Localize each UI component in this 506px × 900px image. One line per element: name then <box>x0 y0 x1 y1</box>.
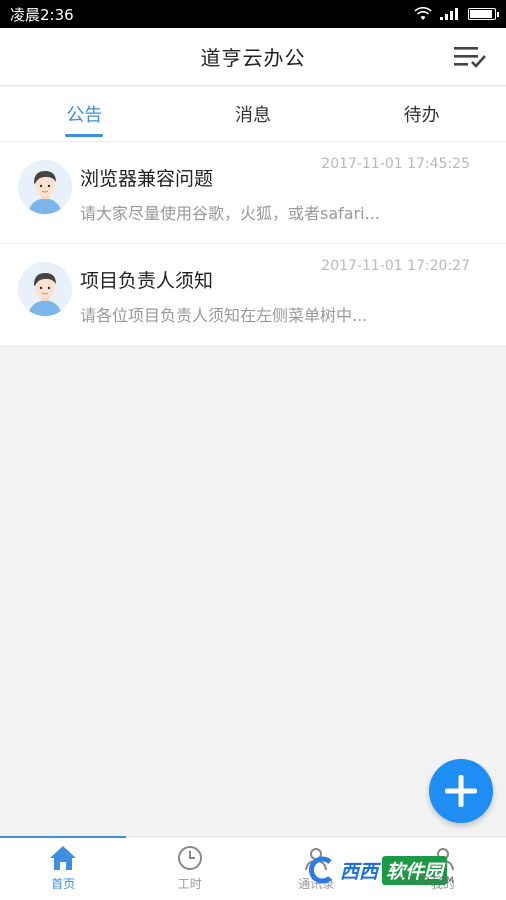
home-icon <box>50 846 77 870</box>
item-desc: 请各位项目负责人须知在左侧菜单树中... <box>80 306 368 325</box>
checklist-icon[interactable] <box>454 44 488 70</box>
watermark-url: CR173.COM <box>400 876 454 886</box>
watermark-text: 西西 <box>340 860 379 883</box>
avatar <box>18 262 72 316</box>
tab-todo[interactable]: 待办 <box>337 87 506 141</box>
nav-label: 工时 <box>177 877 202 891</box>
nav-label: 首页 <box>51 877 76 891</box>
item-title: 浏览器兼容问题 <box>80 168 214 190</box>
active-indicator <box>0 836 126 838</box>
tab-announcements[interactable]: 公告 <box>0 87 169 141</box>
item-desc: 请大家尽量使用谷歌，火狐，或者safari... <box>80 204 380 223</box>
user-avatar-icon <box>18 160 72 214</box>
watermark-logo: 西西 软件园 CR173.COM <box>306 850 488 890</box>
status-bar: 凌晨2:36 <box>0 0 506 28</box>
plus-icon <box>445 775 477 807</box>
announcement-list: 浏览器兼容问题 2017-11-01 17:45:25 请大家尽量使用谷歌，火狐… <box>0 141 506 345</box>
item-title: 项目负责人须知 <box>80 270 214 292</box>
signal-icon <box>440 8 458 20</box>
tab-label: 公告 <box>66 105 103 126</box>
tab-bar: 公告 消息 待办 <box>0 87 506 141</box>
item-time: 2017-11-01 17:45:25 <box>321 156 470 172</box>
watermark-c-icon <box>309 856 332 884</box>
list-item[interactable]: 项目负责人须知 2017-11-01 17:20:27 请各位项目负责人须知在左… <box>0 243 506 345</box>
list-item[interactable]: 浏览器兼容问题 2017-11-01 17:45:25 请大家尽量使用谷歌，火狐… <box>0 141 506 243</box>
status-icons <box>414 7 499 21</box>
page-title: 道亨云办公 <box>200 46 306 70</box>
avatar <box>18 160 72 214</box>
nav-worktime[interactable]: 工时 <box>127 837 254 900</box>
battery-icon <box>468 8 499 20</box>
tab-label: 待办 <box>403 105 440 126</box>
tab-label: 消息 <box>235 105 271 126</box>
wifi-icon <box>414 7 432 20</box>
app-header: 道亨云办公 <box>0 28 506 86</box>
item-time: 2017-11-01 17:20:27 <box>321 258 470 274</box>
clock-icon <box>177 846 202 870</box>
status-time: 凌晨2:36 <box>10 5 74 24</box>
tab-messages[interactable]: 消息 <box>169 87 338 141</box>
user-avatar-icon <box>18 262 72 316</box>
nav-home[interactable]: 首页 <box>0 837 127 900</box>
add-button[interactable] <box>429 759 493 823</box>
